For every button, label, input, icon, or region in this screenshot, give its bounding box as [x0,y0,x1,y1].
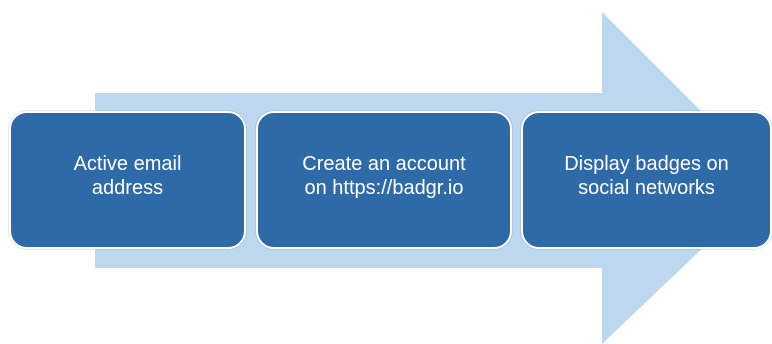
step-box-create-account: Create an account on https://badgr.io [256,111,512,249]
step-label: Create an account on https://badgr.io [302,153,466,199]
step-label: Display badges on social networks [564,153,729,199]
step-box-active-email: Active email address [9,111,246,249]
step-label: Active email address [73,153,182,199]
process-diagram: Active email address Create an account o… [0,0,772,344]
step-box-display-badges: Display badges on social networks [521,111,772,249]
